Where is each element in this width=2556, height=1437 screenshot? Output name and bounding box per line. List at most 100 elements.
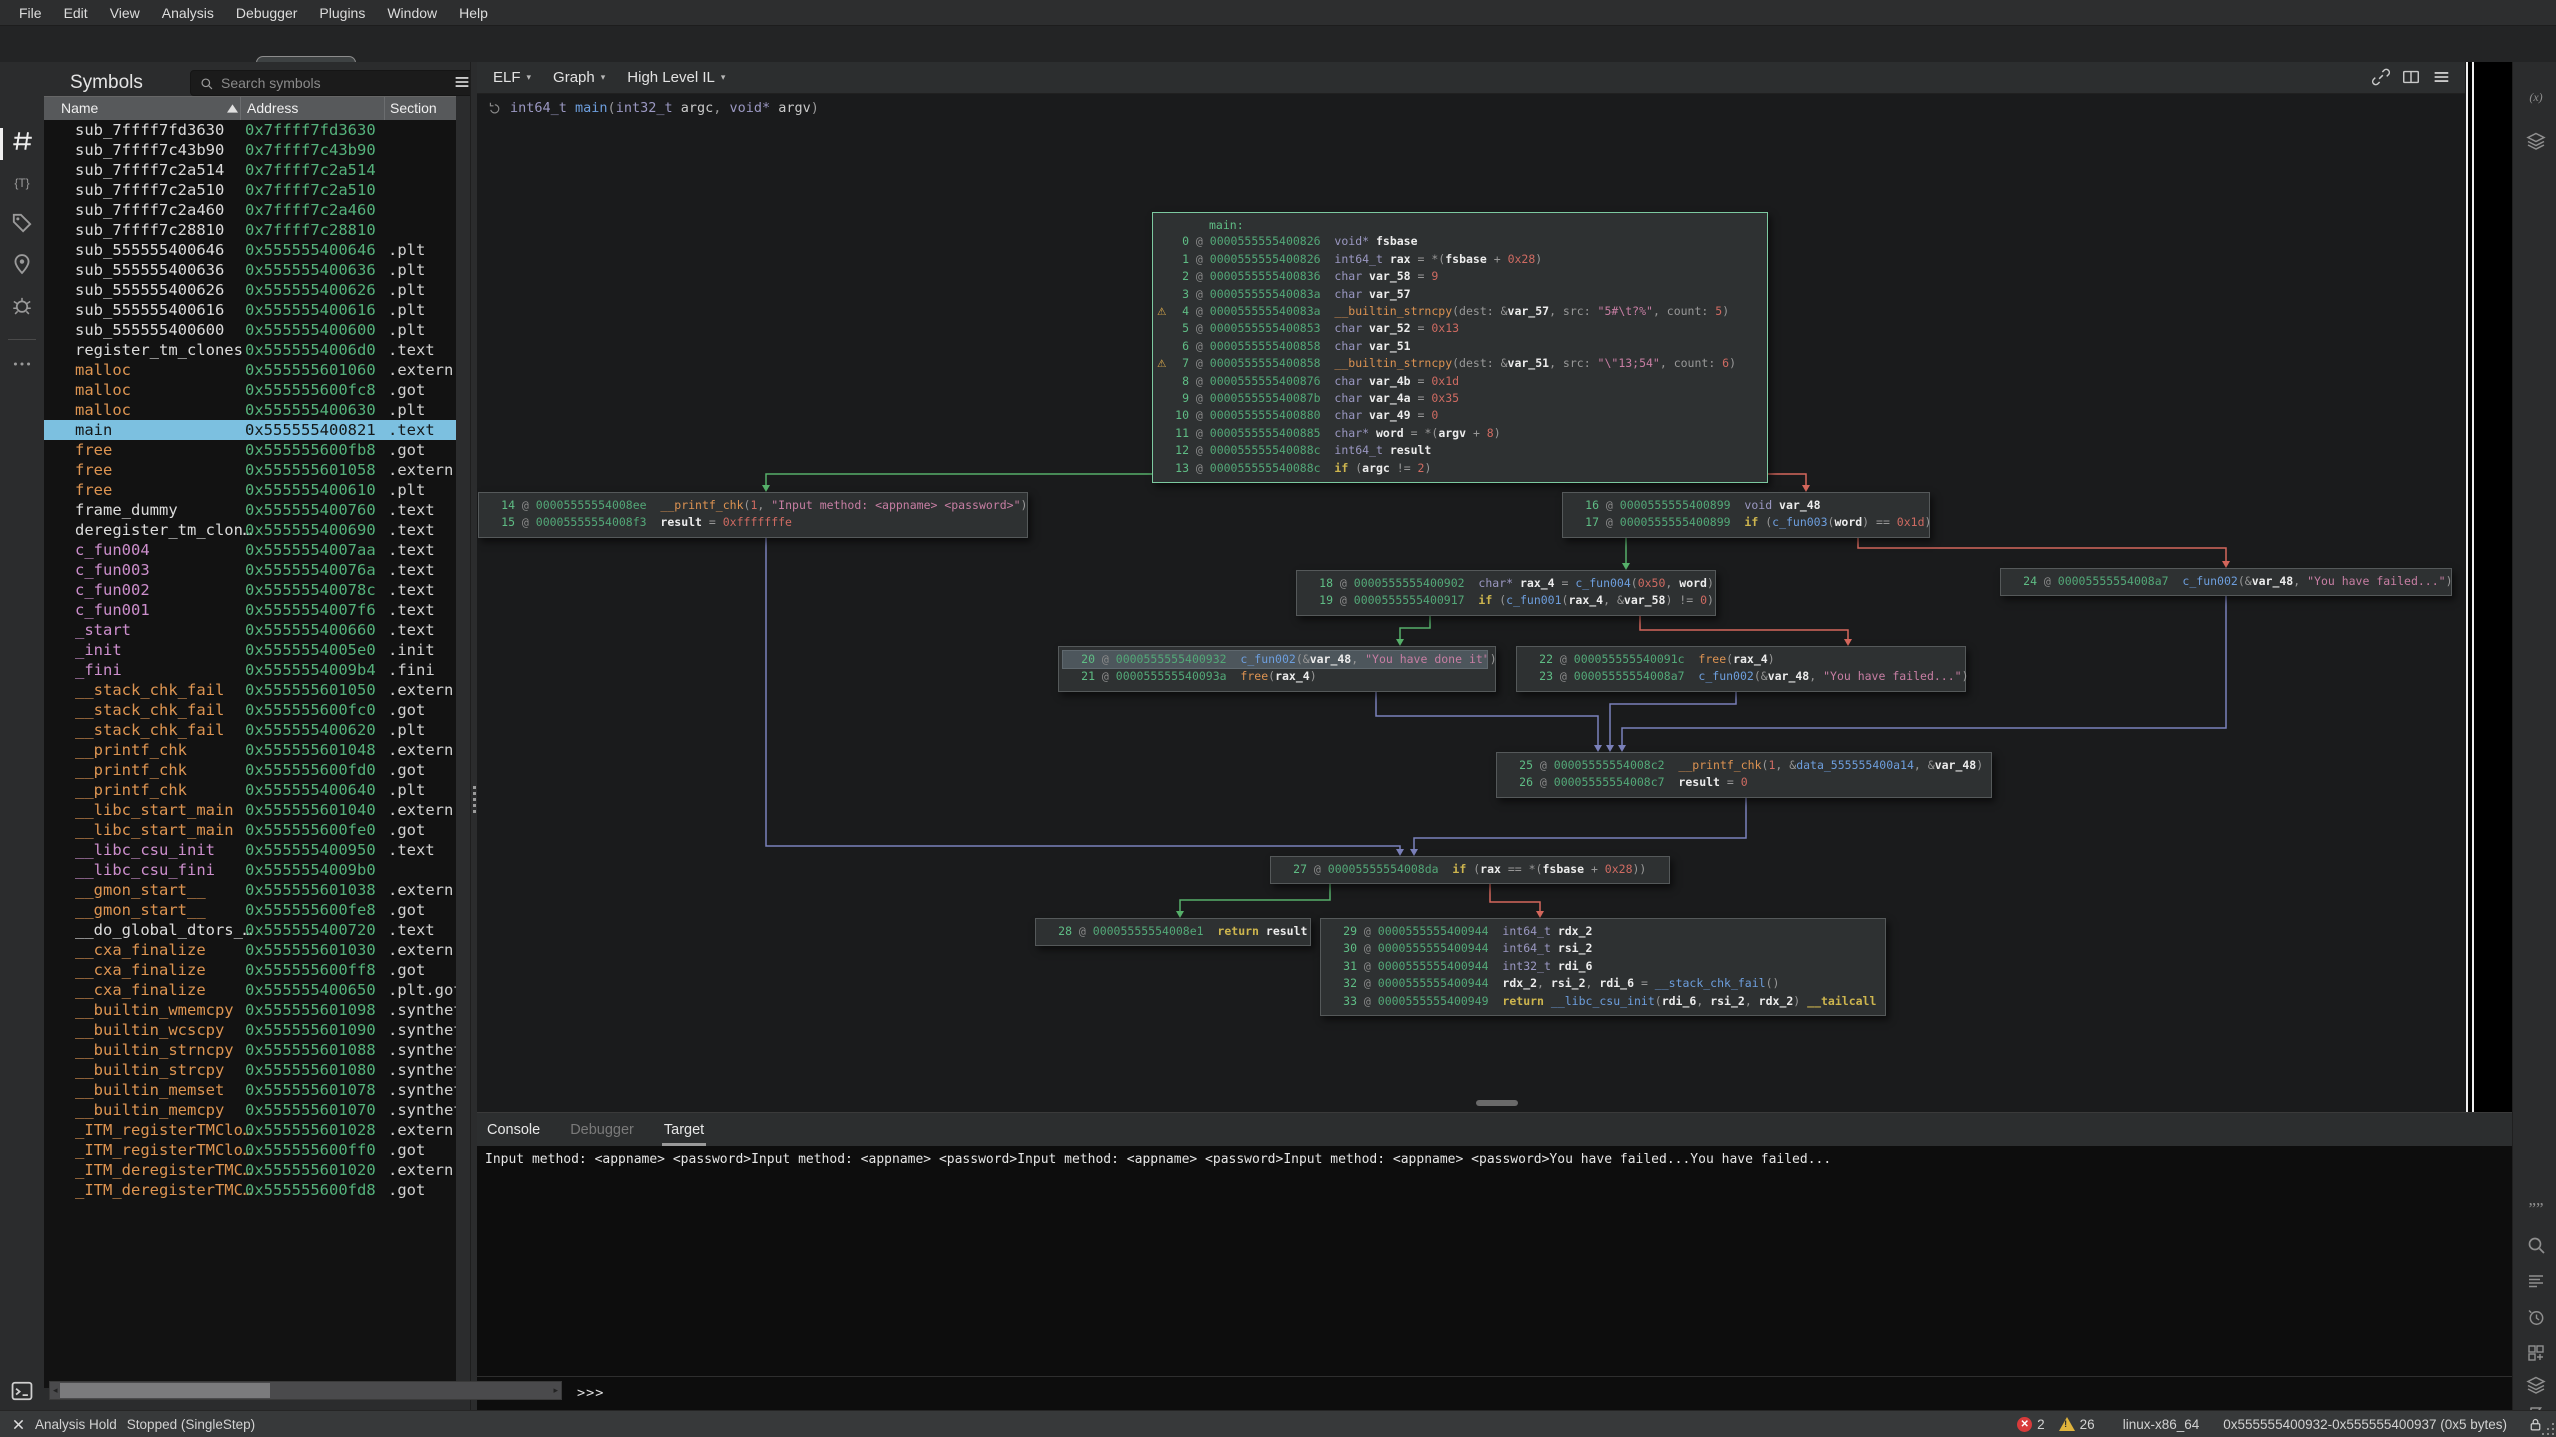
graph-hscrollbar-thumb[interactable]	[1476, 1100, 1518, 1106]
sidebar-item-history[interactable]	[2523, 1304, 2548, 1329]
sidebar-item-symbols[interactable]	[9, 128, 35, 154]
symbol-row[interactable]: free0x555555400610.plt	[44, 480, 456, 500]
scroll-right-arrow-icon[interactable]: ▸	[553, 1385, 558, 1396]
il-line[interactable]: 26 @ 00005555554008c7 result = 0	[1501, 774, 1983, 791]
il-line[interactable]: 33 @ 0000555555400949 return __libc_csu_…	[1325, 993, 1877, 1010]
symbol-row[interactable]: free0x555555600fb8.got	[44, 440, 456, 460]
feature-map[interactable]	[2466, 62, 2512, 1112]
split-view-button[interactable]	[2401, 67, 2421, 87]
platform-label[interactable]: linux-x86_64	[2123, 1417, 2200, 1432]
il-line[interactable]: 31 @ 0000555555400944 int32_t rdi_6	[1325, 958, 1877, 975]
il-line[interactable]: 12 @ 000055555540088c int64_t result	[1157, 442, 1759, 459]
symbol-row[interactable]: __stack_chk_fail0x555555601050.extern	[44, 680, 456, 700]
symbol-row[interactable]: sub_7ffff7c288100x7ffff7c28810	[44, 220, 456, 240]
symbol-row[interactable]: _ITM_deregisterTMC…0x555555600fd8.got	[44, 1180, 456, 1200]
symbol-row[interactable]: __stack_chk_fail0x555555400620.plt	[44, 720, 456, 740]
il-line[interactable]: 8 @ 0000555555400876 char var_4b = 0x1d	[1157, 373, 1759, 390]
menu-item-debugger[interactable]: Debugger	[225, 5, 309, 21]
console-tab-target[interactable]: Target	[662, 1122, 706, 1146]
symbol-row[interactable]: c_fun0010x5555554007f6.text	[44, 600, 456, 620]
il-line[interactable]: 21 @ 000055555540093a free(rax_4)	[1063, 668, 1487, 685]
column-header-address[interactable]: Address	[247, 100, 298, 116]
symbol-row[interactable]: _ITM_registerTMClo…0x555555601028.extern	[44, 1120, 456, 1140]
symbol-row[interactable]: __gmon_start__0x555555601038.extern	[44, 880, 456, 900]
il-line[interactable]: 9 @ 000055555540087b char var_4a = 0x35	[1157, 390, 1759, 407]
symbol-row[interactable]: __cxa_finalize0x555555600ff8.got	[44, 960, 456, 980]
graph-view[interactable]: int64_t main(int32_t argc, void* argv) m…	[477, 94, 2465, 1112]
symbol-row[interactable]: __libc_csu_fini0x5555554009b0	[44, 860, 456, 880]
symbol-row[interactable]: _init0x5555554005e0.init	[44, 640, 456, 660]
il-line[interactable]: 5 @ 0000555555400853 char var_52 = 0x13	[1157, 320, 1759, 337]
il-line[interactable]: 32 @ 0000555555400944 rdx_2, rsi_2, rdi_…	[1325, 975, 1877, 992]
symbol-row[interactable]: __stack_chk_fail0x555555600fc0.got	[44, 700, 456, 720]
symbol-row[interactable]: _ITM_deregisterTMC…0x555555601020.extern	[44, 1160, 456, 1180]
view-options-button[interactable]	[2431, 67, 2451, 87]
symbols-hscrollbar[interactable]: ◂ ▸	[49, 1381, 562, 1400]
view-selector-elf[interactable]: ELF▾	[485, 69, 539, 86]
il-line[interactable]: ⚠4 @ 000055555540083a __builtin_strncpy(…	[1157, 303, 1759, 320]
symbols-search-input[interactable]: Search symbols	[190, 70, 482, 96]
menu-item-help[interactable]: Help	[448, 5, 499, 21]
symbol-row[interactable]: sub_7ffff7c2a5100x7ffff7c2a510	[44, 180, 456, 200]
basic-block-b20[interactable]: 20 @ 0000555555400932 c_fun002(&var_48, …	[1058, 646, 1496, 692]
symbol-row[interactable]: __builtin_memcpy0x555555601070.syntheti…	[44, 1100, 456, 1120]
warning-badge[interactable]: 26	[2059, 1417, 2095, 1432]
sidebar-item-stack-view[interactable]	[2523, 128, 2548, 153]
il-line[interactable]: 0 @ 0000555555400826 void* fsbase	[1157, 233, 1759, 250]
il-line[interactable]: ⚠7 @ 0000555555400858 __builtin_strncpy(…	[1157, 355, 1759, 372]
il-line[interactable]: 1 @ 0000555555400826 int64_t rax = *(fsb…	[1157, 251, 1759, 268]
sidebar-item-tags[interactable]	[9, 210, 35, 236]
symbol-row[interactable]: __cxa_finalize0x555555400650.plt.got	[44, 980, 456, 1000]
symbol-row[interactable]: sub_7ffff7c2a5140x7ffff7c2a514	[44, 160, 456, 180]
il-line[interactable]: 15 @ 00005555554008f3 result = 0xfffffff…	[483, 514, 1019, 531]
symbol-row[interactable]: sub_5555554006260x555555400626.plt	[44, 280, 456, 300]
symbol-row[interactable]: malloc0x555555601060.extern	[44, 360, 456, 380]
symbol-row[interactable]: __gmon_start__0x555555600fe8.got	[44, 900, 456, 920]
view-selector-graph[interactable]: Graph▾	[545, 69, 613, 86]
console-input[interactable]: >>>	[477, 1376, 2512, 1411]
symbol-row[interactable]: frame_dummy0x555555400760.text	[44, 500, 456, 520]
symbol-row[interactable]: main0x555555400821.text	[44, 420, 456, 440]
symbol-row[interactable]: sub_5555554006160x555555400616.plt	[44, 300, 456, 320]
sidebar-item-mini-graph[interactable]	[2523, 1372, 2548, 1397]
sync-link-button[interactable]	[2371, 67, 2391, 87]
console-tab-console[interactable]: Console	[485, 1122, 542, 1146]
sidebar-item-log[interactable]	[2523, 1268, 2548, 1293]
il-line[interactable]: 27 @ 00005555554008da if (rax == *(fsbas…	[1275, 861, 1661, 878]
il-line[interactable]: 14 @ 00005555554008ee __printf_chk(1, "I…	[483, 497, 1019, 514]
reanalyze-icon[interactable]	[487, 101, 502, 116]
il-line[interactable]: 23 @ 00005555554008a7 c_fun002(&var_48, …	[1521, 668, 1957, 685]
basic-block-b24[interactable]: 24 @ 00005555554008a7 c_fun002(&var_48, …	[2000, 568, 2452, 596]
symbol-row[interactable]: c_fun0040x5555554007aa.text	[44, 540, 456, 560]
symbol-row[interactable]: __cxa_finalize0x555555601030.extern	[44, 940, 456, 960]
symbol-row[interactable]: __builtin_wmemcpy0x555555601098.syntheti…	[44, 1000, 456, 1020]
symbol-row[interactable]: __do_global_dtors_…0x555555400720.text	[44, 920, 456, 940]
il-line[interactable]: 11 @ 0000555555400885 char* word = *(arg…	[1157, 425, 1759, 442]
sidebar-item-more-panels[interactable]	[9, 351, 35, 377]
symbol-row[interactable]: sub_7ffff7fd36300x7ffff7fd3630	[44, 120, 456, 140]
symbol-row[interactable]: _fini0x5555554009b4.fini	[44, 660, 456, 680]
il-line[interactable]: 10 @ 0000555555400880 char var_49 = 0	[1157, 407, 1759, 424]
view-selector-high-level-il[interactable]: High Level IL▾	[619, 69, 733, 86]
basic-block-b18[interactable]: 18 @ 0000555555400902 char* rax_4 = c_fu…	[1296, 570, 1716, 616]
symbol-row[interactable]: sub_5555554006360x555555400636.plt	[44, 260, 456, 280]
il-line[interactable]: 22 @ 000055555540091c free(rax_4)	[1521, 651, 1957, 668]
symbol-row[interactable]: _start0x555555400660.text	[44, 620, 456, 640]
scripting-console-icon[interactable]	[7, 1376, 37, 1406]
il-line[interactable]: 24 @ 00005555554008a7 c_fun002(&var_48, …	[2005, 573, 2443, 590]
il-line[interactable]: 19 @ 0000555555400917 if (c_fun001(rax_4…	[1301, 592, 1707, 609]
symbol-row[interactable]: malloc0x555555400630.plt	[44, 400, 456, 420]
basic-block-b27[interactable]: 27 @ 00005555554008da if (rax == *(fsbas…	[1270, 856, 1670, 884]
il-line[interactable]: 18 @ 0000555555400902 char* rax_4 = c_fu…	[1301, 575, 1707, 592]
basic-block-b14[interactable]: 14 @ 00005555554008ee __printf_chk(1, "I…	[478, 492, 1028, 538]
symbol-row[interactable]: __builtin_strncpy0x555555601088.syntheti…	[44, 1040, 456, 1060]
symbol-row[interactable]: __builtin_strcpy0x555555601080.syntheti…	[44, 1060, 456, 1080]
menu-item-plugins[interactable]: Plugins	[308, 5, 376, 21]
column-header-section[interactable]: Section	[390, 100, 437, 116]
symbols-table-header[interactable]: Name Address Section	[44, 96, 456, 122]
il-line[interactable]: 29 @ 0000555555400944 int64_t rdx_2	[1325, 923, 1877, 940]
basic-block-b16[interactable]: 16 @ 0000555555400899 void var_48 17 @ 0…	[1562, 492, 1930, 538]
symbol-row[interactable]: malloc0x555555600fc8.got	[44, 380, 456, 400]
error-badge[interactable]: ✕2	[2017, 1417, 2045, 1432]
il-line[interactable]: 3 @ 000055555540083a char var_57	[1157, 286, 1759, 303]
